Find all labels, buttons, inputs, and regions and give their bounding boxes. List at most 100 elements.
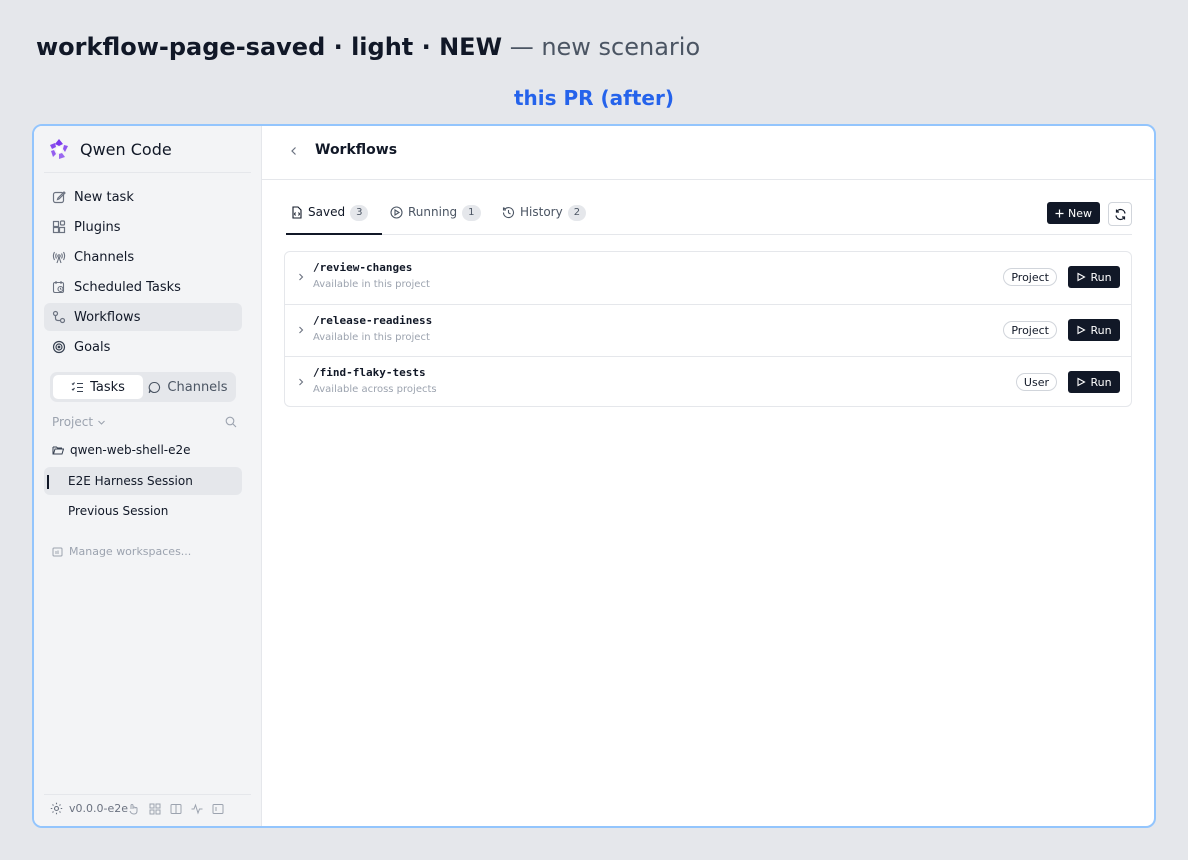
workflow-name: /find-flaky-tests (313, 366, 426, 379)
workflow-name: /review-changes (313, 261, 413, 274)
scope-badge: Project (1003, 268, 1057, 286)
play-circle-icon (390, 206, 403, 219)
project-folder-name: qwen-web-shell-e2e (70, 443, 191, 457)
workflow-description: Available across projects (313, 384, 437, 395)
scope-badge: Project (1003, 321, 1057, 339)
workflow-description: Available in this project (313, 279, 430, 290)
session-item[interactable]: E2E Harness Session (44, 467, 242, 495)
session-label: Previous Session (68, 504, 169, 518)
workflow-list: /review-changes Available in this projec… (284, 251, 1132, 407)
tab-history-label: History (520, 205, 563, 219)
workflow-row[interactable]: /find-flaky-tests Available across proje… (285, 356, 1131, 406)
tab-running-count: 1 (462, 205, 481, 221)
tab-history[interactable]: History 2 (502, 202, 587, 235)
calendar-clock-icon (52, 281, 65, 294)
manage-workspaces-link[interactable]: Manage workspaces... (52, 545, 191, 558)
tab-history-count: 2 (567, 205, 587, 221)
brand[interactable]: Qwen Code (48, 136, 172, 162)
workflow-tabs: Saved 3 Running 1 History 2 New (286, 202, 1132, 235)
new-workflow-button[interactable]: New (1047, 202, 1100, 224)
scope-badge: User (1015, 373, 1057, 391)
chevron-right-icon[interactable] (297, 377, 305, 387)
refresh-icon (1114, 208, 1126, 220)
play-icon (1077, 272, 1087, 282)
project-folder[interactable]: qwen-web-shell-e2e (52, 443, 191, 457)
refresh-button[interactable] (1108, 202, 1132, 226)
chevron-left-icon[interactable] (288, 144, 300, 158)
tab-saved-label: Saved (308, 205, 346, 219)
run-button-label: Run (1090, 323, 1112, 337)
sidebar: Qwen Code New task Plugins Channels Sche… (34, 126, 262, 826)
nav-plugins-label: Plugins (74, 219, 121, 235)
nav-new-task-label: New task (74, 189, 134, 205)
divider (44, 794, 251, 795)
run-button[interactable]: Run (1068, 371, 1120, 393)
chevron-right-icon[interactable] (297, 272, 305, 282)
grid-icon[interactable] (149, 803, 161, 815)
run-button[interactable]: Run (1068, 266, 1120, 288)
chevron-down-icon (98, 420, 105, 425)
history-icon (502, 207, 514, 219)
top-bar: Workflows (262, 126, 1154, 180)
workflow-row[interactable]: /release-readiness Available in this pro… (285, 304, 1131, 356)
run-button-label: Run (1090, 375, 1112, 389)
tab-running[interactable]: Running 1 (390, 202, 481, 235)
activity-icon[interactable] (191, 802, 203, 815)
active-session-indicator (47, 475, 49, 489)
sidebar-toggle-icon[interactable] (212, 803, 224, 815)
session-label: E2E Harness Session (68, 474, 193, 488)
heading-subtitle: — new scenario (509, 33, 701, 61)
segment-tasks-label: Tasks (90, 379, 125, 395)
segment-channels[interactable]: Channels (143, 375, 233, 399)
edit-icon (52, 191, 66, 204)
list-check-icon (71, 381, 84, 392)
sidebar-footer: v0.0.0-e2e (50, 802, 224, 815)
main-panel: Workflows Saved 3 Running 1 History 2 Ne… (262, 126, 1154, 826)
broadcast-icon (52, 251, 66, 264)
folder-open-icon (52, 446, 64, 455)
workflow-row[interactable]: /review-changes Available in this projec… (285, 252, 1131, 304)
nav-goals[interactable]: Goals (44, 333, 242, 361)
file-code-icon (292, 206, 302, 219)
divider (44, 172, 251, 173)
segment-tasks[interactable]: Tasks (53, 375, 143, 399)
play-icon (1077, 325, 1087, 335)
hand-icon[interactable] (128, 803, 140, 815)
run-button[interactable]: Run (1068, 319, 1120, 341)
chevron-right-icon[interactable] (297, 325, 305, 335)
version-label: v0.0.0-e2e (69, 802, 129, 815)
heading-title: workflow-page-saved · light · NEW (36, 33, 503, 61)
search-icon[interactable] (225, 416, 237, 428)
screenshot-caption: this PR (after) (513, 86, 674, 110)
workspace-icon (52, 547, 63, 557)
chat-bubble-icon (149, 381, 161, 393)
nav-new-task[interactable]: New task (44, 183, 242, 211)
nav-workflows-label: Workflows (74, 309, 141, 325)
nav-scheduled-tasks[interactable]: Scheduled Tasks (44, 273, 242, 301)
nav-plugins[interactable]: Plugins (44, 213, 242, 241)
app-window: Qwen Code New task Plugins Channels Sche… (32, 124, 1156, 828)
split-panel-icon[interactable] (170, 803, 182, 815)
nav-scheduled-tasks-label: Scheduled Tasks (74, 279, 181, 295)
qwen-logo-icon (50, 139, 68, 159)
plugins-icon (52, 220, 66, 234)
project-filter-label: Project (52, 415, 94, 429)
workflow-icon (52, 310, 66, 324)
sidebar-segmented-control: Tasks Channels (50, 372, 236, 402)
new-workflow-label: New (1068, 206, 1092, 220)
plus-icon (1055, 209, 1064, 217)
nav-workflows[interactable]: Workflows (44, 303, 242, 331)
nav-channels-label: Channels (74, 249, 135, 265)
session-item[interactable]: Previous Session (44, 497, 242, 525)
tab-saved-count: 3 (350, 205, 369, 221)
target-icon (52, 340, 66, 354)
tab-saved[interactable]: Saved 3 (286, 202, 382, 235)
manage-workspaces-label: Manage workspaces... (69, 545, 192, 558)
workflow-name: /release-readiness (313, 314, 433, 327)
gear-icon[interactable] (50, 802, 63, 815)
nav-channels[interactable]: Channels (44, 243, 242, 271)
brand-name: Qwen Code (80, 139, 172, 159)
tab-running-label: Running (408, 205, 458, 219)
project-filter[interactable]: Project (52, 415, 106, 429)
page-title: Workflows (315, 142, 398, 158)
